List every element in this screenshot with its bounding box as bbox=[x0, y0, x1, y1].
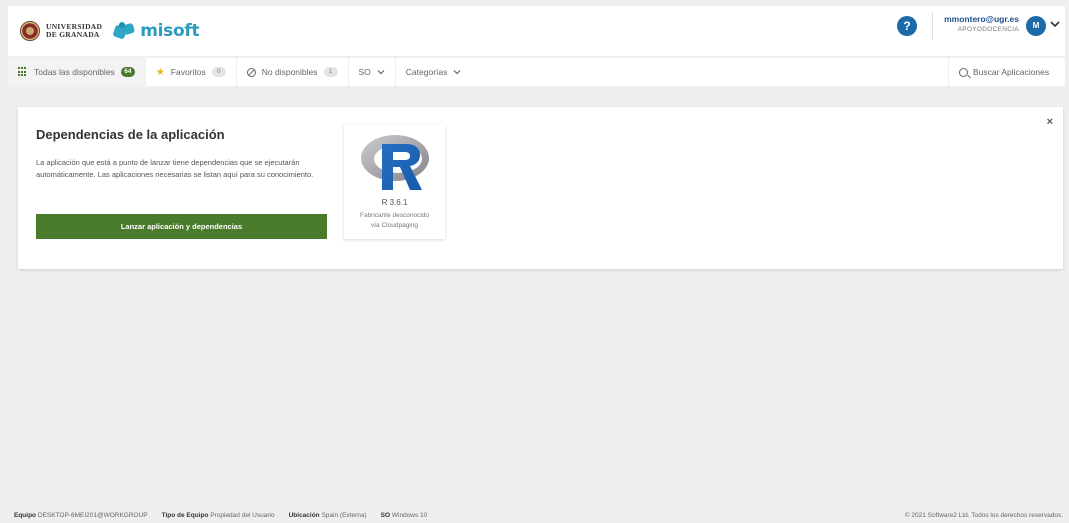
all-count-badge: 64 bbox=[120, 67, 135, 77]
os-dropdown[interactable]: SO bbox=[349, 58, 396, 86]
tab-unavailable-label: No disponibles bbox=[261, 67, 318, 77]
footer-equipo: Equipo DESKTOP-6MEI201@WORKGROUP bbox=[14, 512, 148, 519]
tab-all-label: Todas las disponibles bbox=[34, 67, 115, 77]
grid-icon bbox=[18, 67, 28, 77]
chevron-down-icon bbox=[453, 70, 461, 75]
close-icon[interactable]: × bbox=[1047, 116, 1053, 128]
unavailable-count-badge: 1 bbox=[323, 67, 338, 77]
tab-unavailable[interactable]: No disponibles 1 bbox=[237, 58, 349, 86]
header-divider bbox=[932, 12, 933, 40]
university-seal-icon bbox=[20, 21, 40, 41]
launch-with-dependencies-button[interactable]: Lanzar aplicación y dependencias bbox=[36, 214, 327, 239]
footer-tipo-equipo: Tipo de Equipo Propiedad del Usuario bbox=[161, 512, 275, 519]
r-logo-icon bbox=[361, 135, 429, 190]
tab-favorites-label: Favoritos bbox=[170, 67, 206, 77]
star-icon: ★ bbox=[155, 66, 165, 78]
brand-name: misoft bbox=[140, 21, 200, 41]
favorites-count-badge: 0 bbox=[211, 67, 226, 77]
university-logo[interactable]: UNIVERSIDAD DE GRANADA bbox=[20, 21, 102, 41]
not-available-icon bbox=[246, 67, 256, 77]
search-icon bbox=[959, 67, 968, 77]
categories-dropdown-label: Categorías bbox=[405, 67, 448, 77]
avatar[interactable]: M bbox=[1026, 16, 1046, 36]
footer-ubicacion: Ubicación Spain (Externa) bbox=[288, 512, 367, 519]
tab-all-available[interactable]: Todas las disponibles 64 bbox=[8, 58, 146, 86]
categories-dropdown[interactable]: Categorías bbox=[396, 58, 472, 86]
user-email[interactable]: mmontero@ugr.es bbox=[944, 14, 1019, 24]
dependencies-dialog: Dependencias de la aplicación La aplicac… bbox=[18, 107, 1063, 269]
dialog-description: La aplicación que está a punto de lanzar… bbox=[36, 158, 314, 179]
chevron-down-icon[interactable] bbox=[1049, 18, 1061, 30]
filter-nav: Todas las disponibles 64 ★ Favoritos 0 N… bbox=[8, 58, 1065, 86]
university-name-line2: DE GRANADA bbox=[46, 30, 100, 39]
status-footer: Equipo DESKTOP-6MEI201@WORKGROUP Tipo de… bbox=[14, 512, 427, 519]
user-role: APOYODOCENCIA bbox=[957, 26, 1019, 33]
chevron-down-icon bbox=[377, 70, 385, 75]
copyright-text: © 2021 Software2 Ltd. Todos los derechos… bbox=[904, 512, 1063, 519]
user-menu[interactable]: mmontero@ugr.es APOYODOCENCIA bbox=[944, 14, 1019, 33]
dialog-title: Dependencias de la aplicación bbox=[36, 127, 225, 142]
search-apps-button[interactable]: Buscar Aplicaciones bbox=[948, 58, 1065, 86]
footer-so: SO Windows 10 bbox=[380, 512, 428, 519]
os-dropdown-label: SO bbox=[358, 67, 371, 77]
misoft-logo[interactable]: misoft bbox=[112, 21, 200, 41]
app-vendor: Fabricante desconocido bbox=[359, 212, 429, 219]
search-apps-label: Buscar Aplicaciones bbox=[973, 67, 1050, 77]
tab-favorites[interactable]: ★ Favoritos 0 bbox=[146, 58, 237, 86]
university-name: UNIVERSIDAD DE GRANADA bbox=[46, 23, 102, 39]
dependency-app-tile[interactable]: R 3.6.1 Fabricante desconocido vía Cloud… bbox=[344, 124, 445, 239]
misoft-logo-icon bbox=[112, 22, 136, 40]
app-name: R 3.6.1 bbox=[381, 198, 408, 207]
app-delivery: vía Cloudpaging bbox=[371, 222, 418, 229]
help-button[interactable]: ? bbox=[897, 16, 917, 36]
